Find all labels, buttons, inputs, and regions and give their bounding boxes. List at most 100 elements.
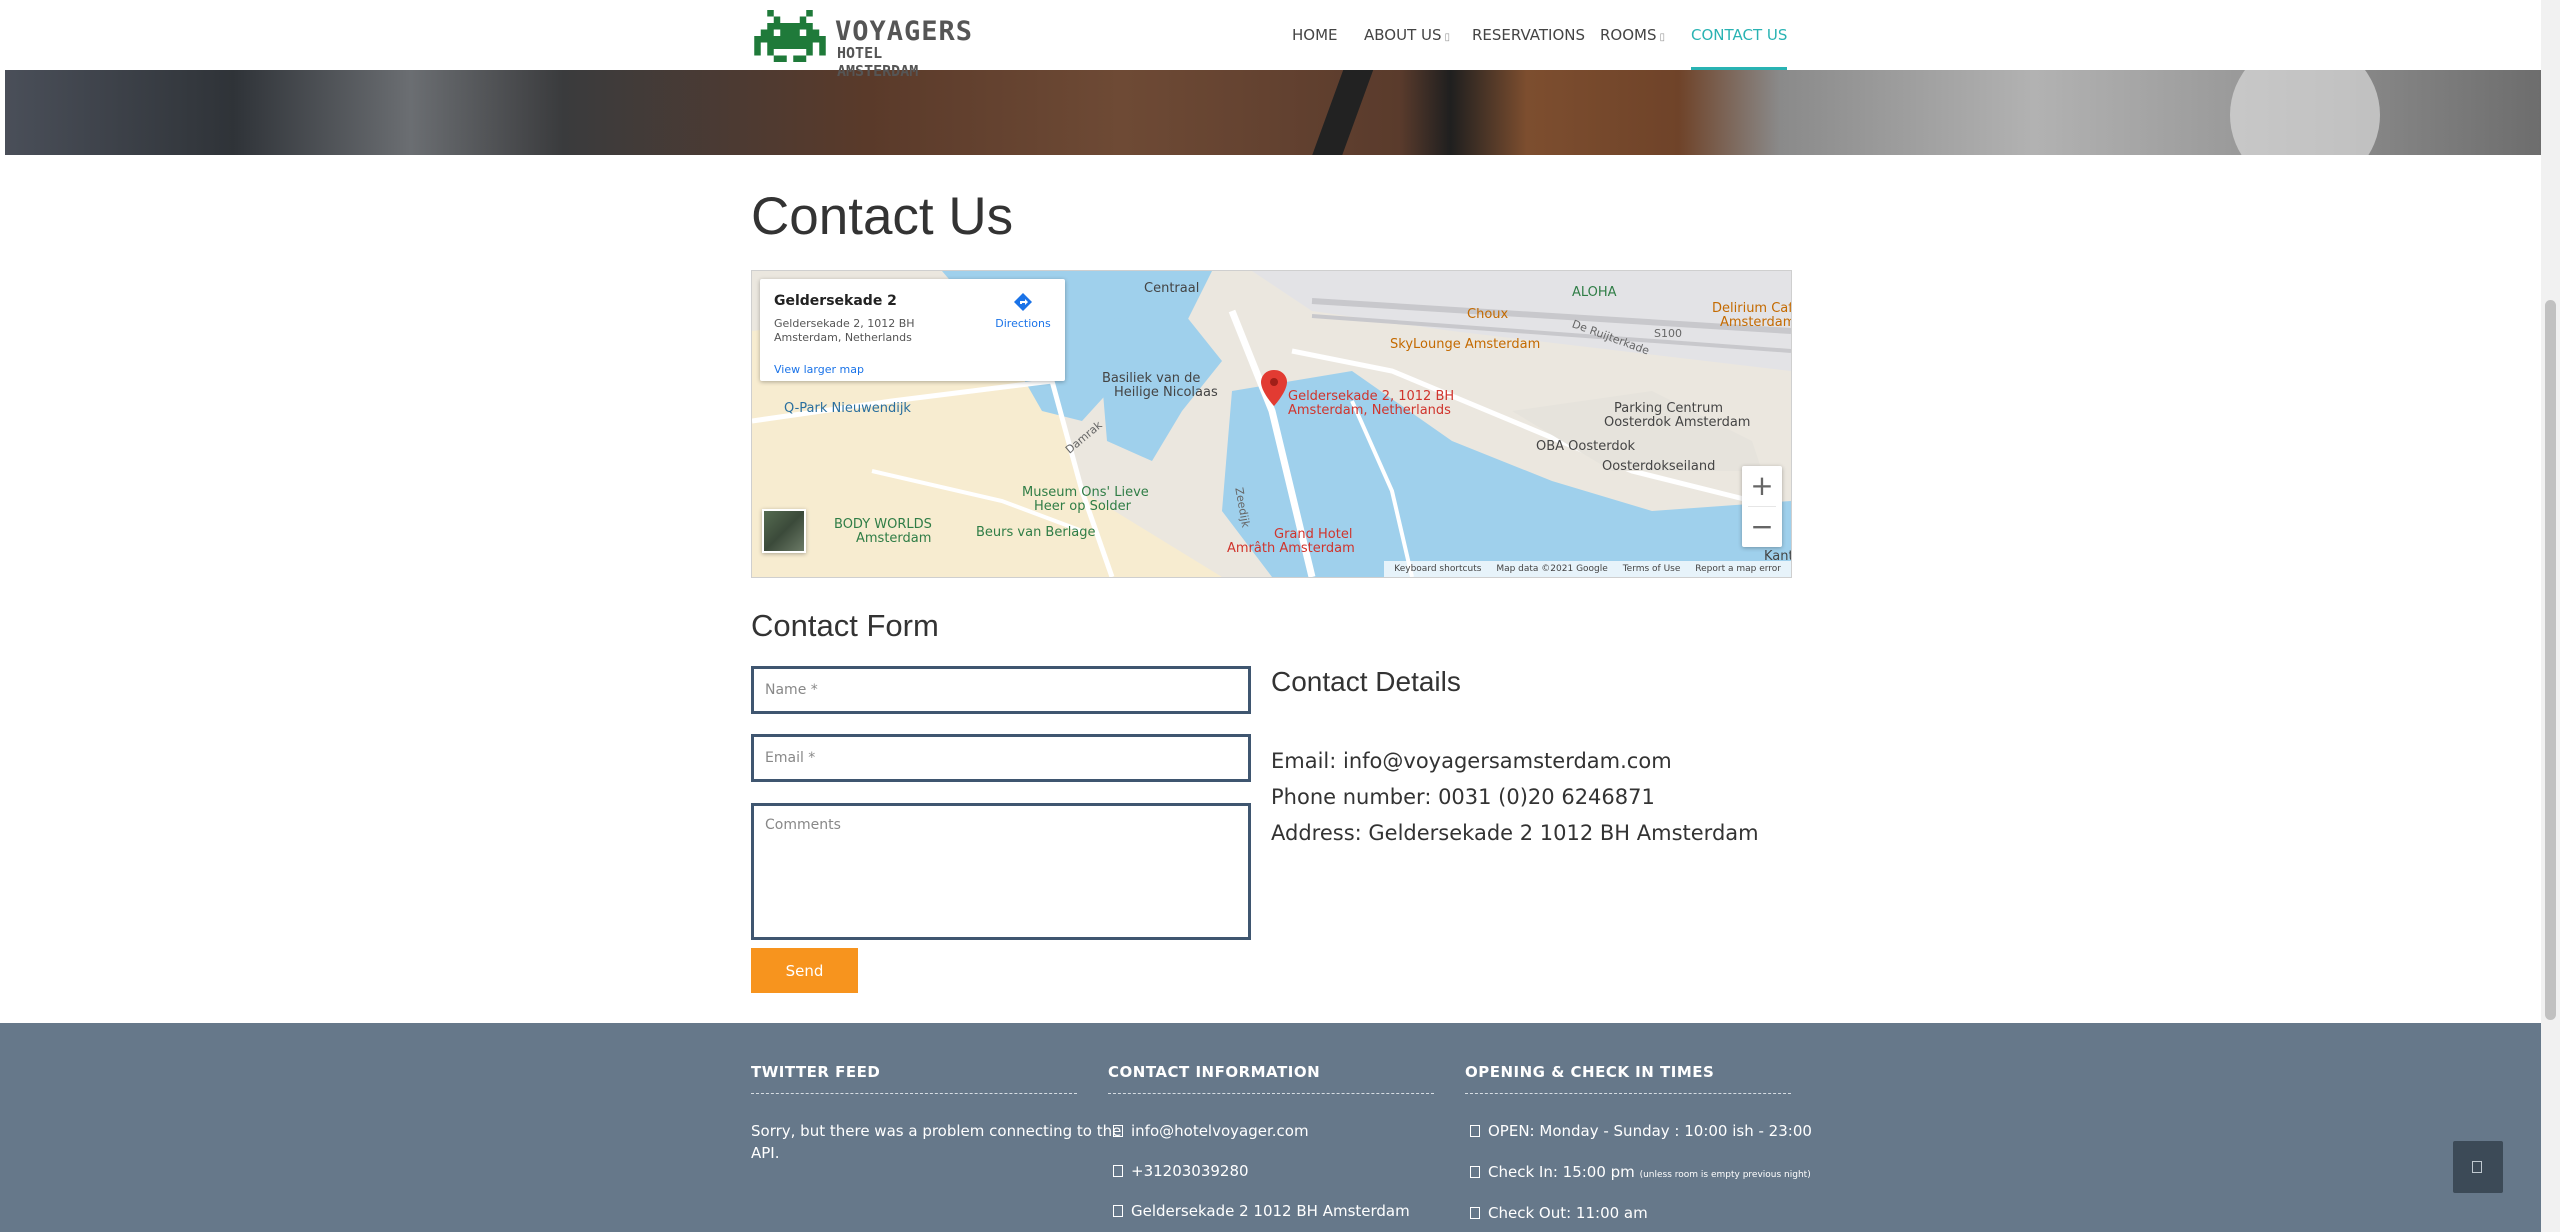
directions-label: Directions bbox=[995, 317, 1051, 330]
clock-icon bbox=[1470, 1207, 1480, 1219]
footer-email-text: info@hotelvoyager.com bbox=[1131, 1122, 1309, 1140]
view-larger-map-link[interactable]: View larger map bbox=[774, 363, 864, 376]
map-label: Parking Centrum bbox=[1614, 401, 1723, 416]
page-title: Contact Us bbox=[751, 187, 1014, 246]
nav-home-label: HOME bbox=[1292, 26, 1338, 44]
map-pin-label: Geldersekade 2, 1012 BH bbox=[1288, 389, 1455, 404]
footer-checkout: Check Out: 11:00 am bbox=[1470, 1204, 1648, 1222]
checkin-text: Check In: 15:00 pm bbox=[1488, 1163, 1635, 1181]
logo-subtitle: HOTEL AMSTERDAM bbox=[837, 44, 919, 80]
map-card-title: Geldersekade 2 bbox=[774, 293, 897, 309]
site-logo[interactable]: VOYAGERS HOTEL AMSTERDAM bbox=[753, 10, 972, 80]
zoom-out-button[interactable]: − bbox=[1742, 507, 1782, 547]
footer-phone-text: +31203039280 bbox=[1131, 1162, 1249, 1180]
map-pin-label: Amsterdam, Netherlands bbox=[1288, 403, 1451, 418]
footer-hours-heading: OPENING & CHECK IN TIMES bbox=[1465, 1063, 1715, 1081]
scrollbar-thumb[interactable] bbox=[2545, 300, 2556, 1020]
map-label: Oosterdok Amsterdam bbox=[1604, 415, 1751, 430]
nav-contact-us[interactable]: CONTACT US bbox=[1691, 0, 1788, 70]
map-label: Basiliek van de bbox=[1102, 371, 1201, 386]
twitter-error-text: API. bbox=[751, 1144, 780, 1162]
twitter-error-text: Sorry, but there was a problem connectin… bbox=[751, 1122, 1122, 1140]
map-attribution: Keyboard shortcuts Map data ©2021 Google… bbox=[1384, 561, 1791, 577]
footer-divider bbox=[1465, 1093, 1791, 1094]
map-label: Heer op Solder bbox=[1034, 499, 1131, 514]
embedded-map[interactable]: Centraal Basiliek van de Heilige Nicolaa… bbox=[751, 270, 1792, 578]
footer-address: Geldersekade 2 1012 BH Amsterdam bbox=[1113, 1202, 1410, 1220]
arrow-up-icon bbox=[2472, 1161, 2482, 1173]
space-invader-icon bbox=[754, 10, 826, 62]
nav-rooms-label: ROOMS bbox=[1600, 26, 1657, 44]
map-data-text: Map data ©2021 Google bbox=[1496, 564, 1608, 574]
nav-reservations-label: RESERVATIONS bbox=[1472, 26, 1586, 44]
chevron-down-icon: ▯ bbox=[1444, 32, 1451, 43]
map-label: Amsterdam bbox=[856, 531, 932, 546]
page-scrollbar[interactable] bbox=[2541, 0, 2560, 1232]
footer-open-hours: OPEN: Monday - Sunday : 10:00 ish - 23:0… bbox=[1470, 1122, 1812, 1140]
map-label: Amrâth Amsterdam bbox=[1227, 541, 1355, 556]
checkin-note: (unless room is empty previous night) bbox=[1639, 1170, 1811, 1180]
footer-address-text: Geldersekade 2 1012 BH Amsterdam bbox=[1131, 1202, 1410, 1220]
map-info-card: Geldersekade 2 Geldersekade 2, 1012 BH A… bbox=[760, 279, 1065, 381]
directions-button[interactable]: Directions bbox=[993, 291, 1053, 330]
satellite-view-toggle[interactable] bbox=[762, 509, 806, 553]
send-button[interactable]: Send bbox=[751, 948, 858, 993]
map-label: Oosterdokseiland bbox=[1602, 459, 1716, 474]
map-label: Museum Ons' Lieve bbox=[1022, 485, 1149, 500]
contact-form-title: Contact Form bbox=[751, 608, 939, 643]
map-label: BODY WORLDS bbox=[834, 517, 932, 532]
report-map-error-link[interactable]: Report a map error bbox=[1695, 564, 1781, 574]
checkout-text: Check Out: 11:00 am bbox=[1488, 1204, 1648, 1222]
email-field[interactable] bbox=[751, 734, 1251, 782]
footer-divider bbox=[1108, 1093, 1434, 1094]
back-to-top-button[interactable] bbox=[2453, 1141, 2503, 1193]
clock-icon bbox=[1470, 1125, 1480, 1137]
open-hours-text: OPEN: Monday - Sunday : 10:00 ish - 23:0… bbox=[1488, 1122, 1812, 1140]
nav-rooms[interactable]: ROOMS ▯ bbox=[1600, 0, 1665, 70]
map-label: Grand Hotel bbox=[1274, 527, 1353, 542]
directions-icon bbox=[1014, 293, 1032, 311]
map-street-label: S100 bbox=[1654, 327, 1682, 340]
footer-email[interactable]: info@hotelvoyager.com bbox=[1113, 1122, 1309, 1140]
name-field[interactable] bbox=[751, 666, 1251, 714]
map-label: OBA Oosterdok bbox=[1536, 439, 1636, 454]
logo-name: VOYAGERS bbox=[835, 16, 974, 47]
contact-email: Email: info@voyagersamsterdam.com bbox=[1271, 749, 1672, 773]
nav-reservations[interactable]: RESERVATIONS bbox=[1472, 0, 1585, 70]
nav-about-us[interactable]: ABOUT US ▯ bbox=[1364, 0, 1450, 70]
map-label: Amsterdam bbox=[1720, 315, 1792, 330]
map-label: Delirium Café bbox=[1712, 301, 1792, 316]
map-marker-icon bbox=[1113, 1205, 1123, 1217]
map-label: Choux bbox=[1467, 307, 1509, 322]
nav-about-label: ABOUT US bbox=[1364, 26, 1442, 44]
envelope-icon bbox=[1113, 1125, 1123, 1137]
map-label: SkyLounge Amsterdam bbox=[1390, 337, 1541, 352]
footer-contact-heading: CONTACT INFORMATION bbox=[1108, 1063, 1321, 1081]
map-card-address: Geldersekade 2, 1012 BH Amsterdam, Nethe… bbox=[774, 317, 915, 344]
nav-home[interactable]: HOME bbox=[1292, 0, 1338, 70]
map-label: Beurs van Berlage bbox=[976, 525, 1096, 540]
footer-twitter-heading: TWITTER FEED bbox=[751, 1063, 881, 1081]
map-zoom-control: + − bbox=[1742, 466, 1782, 547]
zoom-in-button[interactable]: + bbox=[1742, 466, 1782, 506]
site-header: VOYAGERS HOTEL AMSTERDAM HOME ABOUT US ▯ … bbox=[0, 0, 2541, 80]
phone-icon bbox=[1113, 1165, 1123, 1177]
footer-divider bbox=[751, 1093, 1077, 1094]
keyboard-shortcuts-link[interactable]: Keyboard shortcuts bbox=[1394, 564, 1481, 574]
chevron-down-icon: ▯ bbox=[1659, 32, 1666, 43]
map-label: Q-Park Nieuwendijk bbox=[784, 401, 911, 416]
map-label: Heilige Nicolaas bbox=[1114, 385, 1218, 400]
map-label: ALOHA bbox=[1572, 285, 1617, 300]
hotel-sign bbox=[2230, 70, 2380, 155]
banner-decoration bbox=[1303, 70, 1377, 155]
map-label: Centraal bbox=[1144, 281, 1200, 296]
footer-checkin: Check In: 15:00 pm (unless room is empty… bbox=[1470, 1163, 1811, 1181]
footer-phone[interactable]: +31203039280 bbox=[1113, 1162, 1249, 1180]
contact-phone: Phone number: 0031 (0)20 6246871 bbox=[1271, 785, 1655, 809]
contact-address: Address: Geldersekade 2 1012 BH Amsterda… bbox=[1271, 821, 1759, 845]
hero-banner-image bbox=[5, 70, 2541, 155]
terms-of-use-link[interactable]: Terms of Use bbox=[1623, 564, 1681, 574]
clock-icon bbox=[1470, 1166, 1480, 1178]
comments-field[interactable] bbox=[751, 803, 1251, 940]
contact-details-title: Contact Details bbox=[1271, 666, 1461, 697]
